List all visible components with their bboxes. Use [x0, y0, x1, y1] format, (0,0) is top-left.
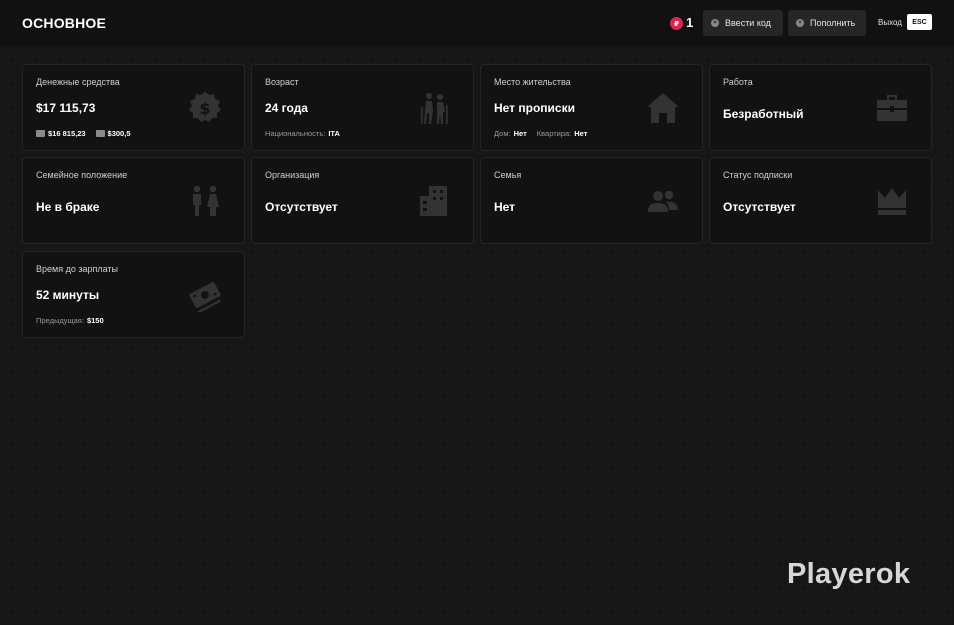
dollar-coin-icon: $ [188, 91, 222, 125]
house-label: Дом: [494, 129, 511, 138]
coin-count: 1 [686, 15, 694, 30]
top-bar: ОСНОВНОЕ ₽ 1 × Ввести код × Пополнить Вы… [0, 0, 954, 46]
card-label: Место жительства [494, 77, 571, 87]
users-icon [646, 184, 680, 218]
wallet-icon [36, 130, 45, 137]
credit-card-icon [95, 130, 105, 137]
card-label: Возраст [265, 77, 299, 87]
cash-value: $16 815,23 [48, 129, 86, 138]
house-value: Нет [513, 129, 527, 138]
job-card: Работа Безработный [709, 64, 932, 151]
topup-label: Пополнить [810, 18, 856, 28]
close-circle-icon: × [711, 19, 719, 27]
subscription-card: Статус подписки Отсутствует [709, 157, 932, 244]
marital-card: Семейное положение Не в браке [22, 157, 245, 244]
money-breakdown: $16 815,23 $300,5 [36, 129, 131, 138]
card-value: $17 115,73 [36, 101, 96, 115]
exit-label[interactable]: Выход [878, 18, 902, 27]
man-woman-icon [188, 184, 222, 218]
previous-salary-label: Предыдущая: [36, 316, 84, 325]
elderly-couple-icon [417, 91, 451, 125]
house-icon [646, 91, 680, 125]
age-card: Возраст 24 года Национальность: ITA [251, 64, 474, 151]
building-icon [417, 184, 451, 218]
topup-button[interactable]: × Пополнить [788, 10, 866, 36]
enter-code-button[interactable]: × Ввести код [703, 10, 783, 36]
card-value: Отсутствует [265, 200, 338, 214]
nationality-label: Национальность: [265, 129, 326, 138]
card-value: Нет [494, 200, 516, 214]
donate-coin-icon: ₽ [670, 17, 683, 30]
card-value: 52 минуты [36, 288, 100, 302]
residence-details: Дом: Нет Квартира: Нет [494, 129, 587, 138]
previous-salary-value: $150 [86, 316, 104, 325]
card-label: Семейное положение [36, 170, 128, 180]
card-value: Отсутствует [723, 200, 796, 214]
card-label: Время до зарплаты [36, 264, 118, 274]
family-card: Семья Нет [480, 157, 703, 244]
money-card: Денежные средства $17 115,73 $16 815,23 … [22, 64, 245, 151]
playerok-watermark: Playerok [787, 558, 911, 590]
nationality-value: ITA [328, 129, 340, 138]
previous-salary-row: Предыдущая: $150 [36, 316, 104, 325]
salary-card: Время до зарплаты 52 минуты Предыдущая: … [22, 251, 245, 338]
card-value: 24 года [265, 101, 308, 115]
card-value: Нет прописки [494, 101, 575, 115]
card-label: Организация [265, 170, 320, 180]
organization-card: Организация Отсутствует [251, 157, 474, 244]
apartment-label: Квартира: [536, 129, 572, 138]
card-label: Статус подписки [723, 170, 793, 180]
crown-icon [875, 184, 909, 218]
esc-key-button[interactable]: ESC [907, 14, 932, 30]
money-bills-icon [188, 278, 222, 315]
close-circle-icon: × [796, 19, 804, 27]
svg-text:$: $ [199, 99, 210, 118]
nationality-row: Национальность: ITA [265, 129, 340, 138]
bank-value: $300,5 [107, 129, 131, 138]
residence-card: Место жительства Нет прописки Дом: Нет К… [480, 64, 703, 151]
card-label: Работа [723, 77, 753, 87]
card-label: Денежные средства [36, 77, 120, 87]
apartment-value: Нет [574, 129, 588, 138]
card-value: Безработный [723, 107, 804, 121]
briefcase-icon [875, 91, 909, 125]
page-title: ОСНОВНОЕ [22, 15, 107, 31]
card-label: Семья [494, 170, 522, 180]
enter-code-label: Ввести код [725, 18, 771, 28]
card-value: Не в браке [36, 200, 100, 214]
